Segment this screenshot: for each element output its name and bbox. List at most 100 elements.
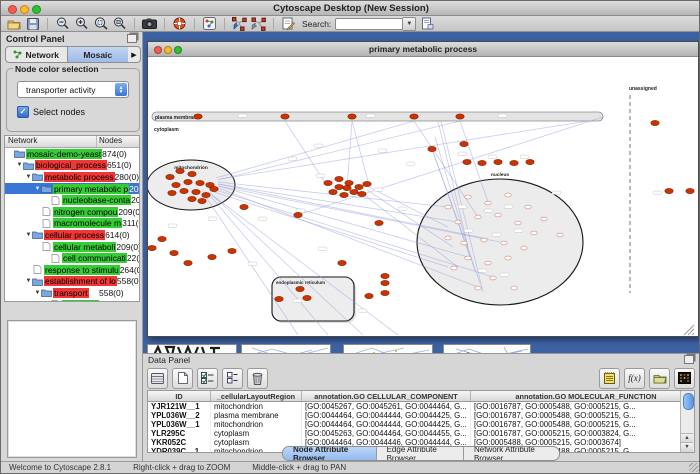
table-row[interactable]: YPL036W__2plasma membrane[GO:0044464, GO… <box>148 411 695 420</box>
zoom-fit-icon[interactable] <box>112 17 127 31</box>
table-column-header[interactable]: annotation.GO MOLECULAR_FUNCTION <box>471 391 696 402</box>
help-lifesaver-icon[interactable] <box>172 17 187 31</box>
node[interactable] <box>208 254 216 259</box>
node[interactable] <box>485 261 491 265</box>
network-frame-titlebar[interactable]: primary metabolic process <box>148 42 698 57</box>
unselect-attributes-icon[interactable] <box>222 368 243 389</box>
node[interactable] <box>198 198 206 203</box>
node[interactable] <box>202 192 210 197</box>
node[interactable] <box>495 213 501 217</box>
node[interactable] <box>335 176 343 181</box>
table-scrollbar[interactable]: ▲ ▼ <box>680 391 694 452</box>
node[interactable] <box>343 185 351 190</box>
network-view-frame[interactable]: primary metabolic process plasma membran… <box>147 41 699 337</box>
node[interactable] <box>340 192 348 197</box>
node[interactable] <box>494 159 502 164</box>
search-input[interactable] <box>335 18 403 30</box>
tree-row-cellular-metaboli[interactable]: cellular metaboli209(0) <box>5 241 139 253</box>
tree-expand-icon[interactable]: ▼ <box>25 278 32 284</box>
node-color-select[interactable]: transporter activity ▲▼ <box>17 81 129 98</box>
scroll-down-icon[interactable]: ▼ <box>681 442 693 452</box>
node[interactable] <box>665 188 673 193</box>
node[interactable] <box>345 180 353 185</box>
node[interactable] <box>456 114 464 119</box>
tab-node-attribute-browser[interactable]: Node Attribute Browser <box>283 447 376 460</box>
node[interactable] <box>510 160 518 165</box>
node[interactable] <box>166 174 174 179</box>
delete-attribute-icon[interactable] <box>247 368 268 389</box>
node[interactable] <box>275 296 283 301</box>
attribute-batch-icon[interactable] <box>420 17 435 31</box>
select-attributes-icon[interactable] <box>197 368 218 389</box>
table-row[interactable]: YLR295Ccytoplasm[GO:0045263, GO:0044464,… <box>148 429 695 438</box>
node[interactable] <box>478 160 486 165</box>
edge[interactable] <box>208 193 328 335</box>
node[interactable] <box>365 293 373 298</box>
node[interactable] <box>525 205 531 209</box>
attribute-list-icon[interactable] <box>599 368 620 389</box>
edge[interactable] <box>352 121 369 185</box>
node[interactable] <box>511 286 517 290</box>
tree-row-nucleobase-conta[interactable]: nucleobase-conta209(0) <box>5 194 139 206</box>
background-window-fragment[interactable] <box>147 344 237 353</box>
tab-scroll-right-icon[interactable]: ▶ <box>128 51 140 59</box>
tree-row-macromolecule-m[interactable]: macromolecule m311(0) <box>5 218 139 230</box>
node[interactable] <box>521 246 527 250</box>
node[interactable] <box>501 241 507 245</box>
tree-row-biological-process[interactable]: ▼biological_process651(0) <box>5 160 139 172</box>
node[interactable] <box>168 190 176 195</box>
node[interactable] <box>296 286 304 291</box>
node[interactable] <box>485 201 491 205</box>
tree-row-establishment-of-lo[interactable]: ▼establishment of lo558(0) <box>5 276 139 288</box>
node[interactable] <box>451 266 457 270</box>
node[interactable] <box>461 241 467 245</box>
tab-edge-attribute-browser[interactable]: Edge Attribute Browser <box>376 447 463 460</box>
node[interactable] <box>180 188 188 193</box>
background-window-fragment[interactable] <box>241 344 331 353</box>
select-nodes-checkbox[interactable]: ✓ <box>17 106 29 118</box>
node[interactable] <box>329 189 337 194</box>
node[interactable] <box>184 179 192 184</box>
tree-row-nitrogen-compou[interactable]: nitrogen compou209(0) <box>5 206 139 218</box>
node[interactable] <box>228 248 236 253</box>
matrix-icon[interactable] <box>674 368 695 389</box>
node[interactable] <box>363 181 371 186</box>
node[interactable] <box>526 159 534 164</box>
node[interactable] <box>475 215 481 219</box>
layout-network-icon[interactable] <box>232 17 247 31</box>
tree-expand-icon[interactable]: ▼ <box>34 186 41 192</box>
node[interactable] <box>240 204 248 209</box>
table-column-header[interactable]: annotation.GO CELLULAR_COMPONENT <box>302 391 471 402</box>
tab-network[interactable]: Network <box>6 47 67 62</box>
node[interactable] <box>294 212 302 217</box>
tree-expand-icon[interactable]: ▼ <box>16 162 23 168</box>
node[interactable] <box>515 221 521 225</box>
search-dropdown-arrow-icon[interactable]: ▼ <box>403 17 416 31</box>
node[interactable] <box>148 245 156 250</box>
node[interactable] <box>188 171 196 176</box>
node[interactable] <box>381 273 389 278</box>
node[interactable] <box>355 184 363 189</box>
zoom-selected-region-icon[interactable] <box>93 17 108 31</box>
background-window-fragment[interactable] <box>443 344 531 353</box>
node[interactable] <box>465 256 471 260</box>
tree-row-metabolic-process[interactable]: ▼metabolic process280(0) <box>5 171 139 183</box>
node[interactable] <box>184 260 192 265</box>
node[interactable] <box>505 256 511 260</box>
node[interactable] <box>505 193 511 197</box>
node[interactable] <box>541 217 547 221</box>
formula-icon[interactable]: f(x) <box>624 368 645 389</box>
table-row[interactable]: YPL036W__1mitochondrion[GO:0044464, GO:0… <box>148 420 695 429</box>
node[interactable] <box>170 250 178 255</box>
table-column-header[interactable]: _cellularLayoutRegion <box>211 391 302 402</box>
node[interactable] <box>445 205 451 209</box>
vizmapper-icon[interactable] <box>202 17 217 31</box>
zoom-in-icon[interactable] <box>74 17 89 31</box>
tree-row-cellular-process[interactable]: ▼cellular process614(0) <box>5 229 139 241</box>
float-panel-icon[interactable] <box>684 355 694 364</box>
node[interactable] <box>460 141 468 146</box>
window-resize-grip[interactable] <box>689 463 698 472</box>
node[interactable] <box>381 280 389 285</box>
network-canvas[interactable]: plasma membranecytoplasmmitochondrionnuc… <box>148 57 698 336</box>
tree-row-cell-communicati[interactable]: cell communicati22(0) <box>5 252 139 264</box>
